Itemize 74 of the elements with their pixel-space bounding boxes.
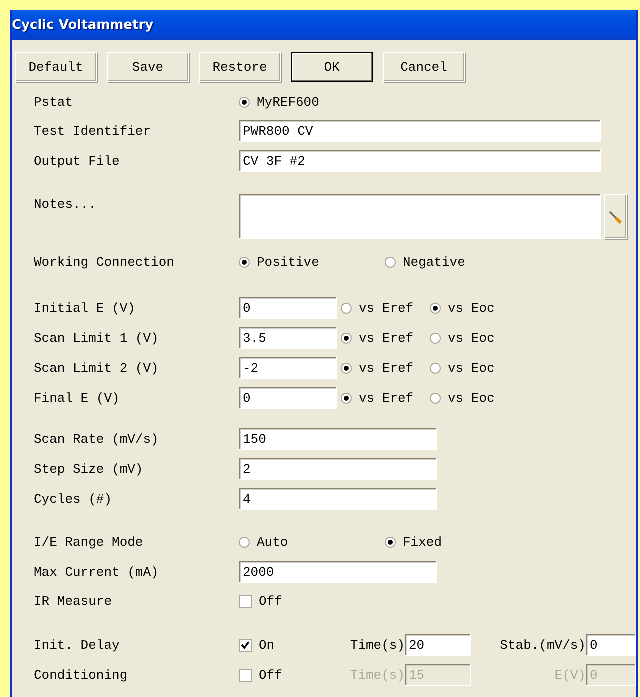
- text-field[interactable]: 150: [239, 428, 437, 450]
- field-label: Final E (V): [34, 390, 120, 406]
- dialog-button[interactable]: Default: [15, 52, 97, 82]
- dialog-button[interactable]: Save: [107, 52, 189, 82]
- field-label: Time(s): [350, 668, 405, 682]
- checkbox-label: Off: [259, 594, 282, 608]
- radio-label: vs Eref: [359, 390, 414, 406]
- potential-field[interactable]: 0: [239, 297, 337, 319]
- field-label: Scan Rate (mV/s): [34, 432, 159, 446]
- radio-button[interactable]: [341, 332, 352, 344]
- field-label: Init. Delay: [34, 638, 120, 652]
- radio-label: vs Eoc: [448, 330, 495, 346]
- field-label: Conditioning: [34, 668, 128, 682]
- field-label: Time(s): [350, 638, 405, 652]
- text-field[interactable]: 2: [239, 458, 437, 480]
- field-label: Scan Limit 1 (V): [34, 330, 159, 346]
- screwdriver-icon: [608, 210, 622, 224]
- field-label: Step Size (mV): [34, 462, 144, 476]
- field-label: Notes...: [34, 197, 96, 212]
- checkbox-label: On: [259, 638, 275, 652]
- radio-button[interactable]: [239, 256, 250, 268]
- dialog-button[interactable]: OK: [291, 52, 373, 82]
- field-label: Stab.(mV/s): [500, 638, 586, 652]
- radio-button[interactable]: [239, 536, 250, 548]
- field-label: Scan Limit 2 (V): [34, 360, 159, 376]
- radio-label: vs Eref: [359, 360, 414, 376]
- radio-button[interactable]: [341, 392, 352, 404]
- field-label: Initial E (V): [34, 300, 136, 316]
- radio-label: vs Eref: [359, 300, 414, 316]
- field-label: I/E Range Mode: [34, 534, 144, 550]
- radio-button[interactable]: [385, 256, 396, 268]
- text-field[interactable]: 4: [239, 488, 437, 510]
- time-field[interactable]: 20: [405, 634, 471, 656]
- text-field[interactable]: CV 3F #2: [239, 150, 601, 172]
- value-field[interactable]: 0: [586, 634, 636, 656]
- radio-button[interactable]: [341, 362, 352, 374]
- field-label: Cycles (#): [34, 492, 112, 506]
- field-label: E(V): [554, 668, 586, 682]
- radio-label: Negative: [403, 254, 466, 270]
- radio-button[interactable]: [341, 302, 352, 314]
- field-label: Max Current (mA): [34, 564, 159, 580]
- radio-button[interactable]: [385, 536, 396, 548]
- radio-label: MyREF600: [257, 94, 320, 110]
- radio-label: vs Eoc: [448, 390, 495, 406]
- radio-label: Fixed: [403, 534, 442, 550]
- radio-button[interactable]: [430, 302, 441, 314]
- radio-button[interactable]: [430, 362, 441, 374]
- text-field[interactable]: PWR800 CV: [239, 120, 601, 142]
- potential-field[interactable]: 0: [239, 387, 337, 409]
- potential-field[interactable]: -2: [239, 357, 337, 379]
- window-title: Cyclic Voltammetry: [12, 18, 154, 32]
- field-label: Test Identifier: [34, 124, 152, 138]
- checkbox[interactable]: [239, 594, 252, 608]
- radio-button[interactable]: [239, 96, 250, 108]
- radio-button[interactable]: [430, 332, 441, 344]
- dialog-button[interactable]: Cancel: [383, 52, 465, 82]
- checkbox-label: Off: [259, 668, 282, 682]
- field-label: IR Measure: [34, 594, 112, 608]
- notes-field[interactable]: [239, 194, 601, 239]
- edit-button[interactable]: [604, 194, 627, 239]
- text-field[interactable]: 2000: [239, 561, 437, 583]
- radio-button[interactable]: [430, 392, 441, 404]
- radio-label: vs Eoc: [448, 360, 495, 376]
- radio-label: vs Eoc: [448, 300, 495, 316]
- checkbox[interactable]: [239, 638, 252, 652]
- check-icon: [241, 640, 250, 650]
- dialog-button[interactable]: Restore: [199, 52, 281, 82]
- field-label: Pstat: [34, 94, 74, 110]
- field-label: Output File: [34, 154, 120, 168]
- radio-label: Positive: [257, 254, 320, 270]
- radio-label: vs Eref: [359, 330, 414, 346]
- radio-label: Auto: [257, 534, 288, 550]
- field-label: Working Connection: [34, 254, 174, 270]
- potential-field[interactable]: 3.5: [239, 327, 337, 349]
